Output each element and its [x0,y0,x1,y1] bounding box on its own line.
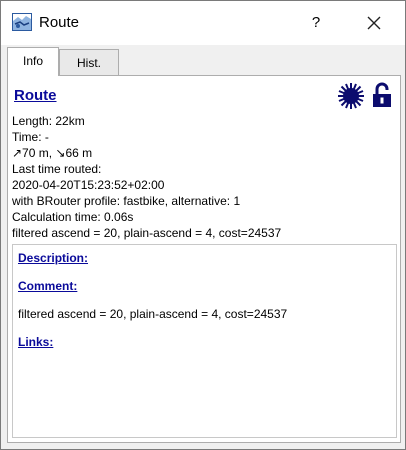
details-box[interactable]: Description: Comment: filtered ascend = … [12,244,397,438]
stats-text: filtered ascend = 20, plain-ascend = 4, … [12,226,282,240]
window-title: Route [39,14,80,31]
profile-text: with BRouter profile: fastbike, alternat… [12,194,241,208]
map-icon [12,12,32,32]
comment-text: filtered ascend = 20, plain-ascend = 4, … [18,307,288,321]
info-panel: Route Length: 22km Time: - ↗70 m, ↘66 m … [7,75,401,443]
last-routed-value: 2020-04-20T15:23:52+02:00 [12,178,165,192]
tab-history[interactable]: Hist. [59,49,119,75]
route-title-link[interactable]: Route [14,87,57,104]
sun-icon[interactable] [337,82,365,110]
tab-info[interactable]: Info [7,47,59,76]
tab-bar: Info Hist. [7,47,399,76]
help-button[interactable]: ? [301,9,331,37]
calculation-time-text: Calculation time: 0.06s [12,210,134,224]
title-bar[interactable]: Route ? [1,1,405,45]
elevation-text: ↗70 m, ↘66 m [12,146,93,160]
unlocked-padlock-icon[interactable] [371,82,393,108]
close-button[interactable] [357,9,391,37]
time-text: Time: - [12,130,49,144]
route-info: Length: 22km Time: - ↗70 m, ↘66 m Last t… [12,113,396,241]
length-text: Length: 22km [12,114,85,128]
description-link[interactable]: Description: [18,251,88,265]
comment-link[interactable]: Comment: [18,279,77,293]
close-icon [367,16,381,30]
route-dialog: Route ? Info Hist. Route Length: 22km Ti… [0,0,406,450]
links-link[interactable]: Links: [18,335,53,349]
last-routed-label: Last time routed: [12,162,102,176]
